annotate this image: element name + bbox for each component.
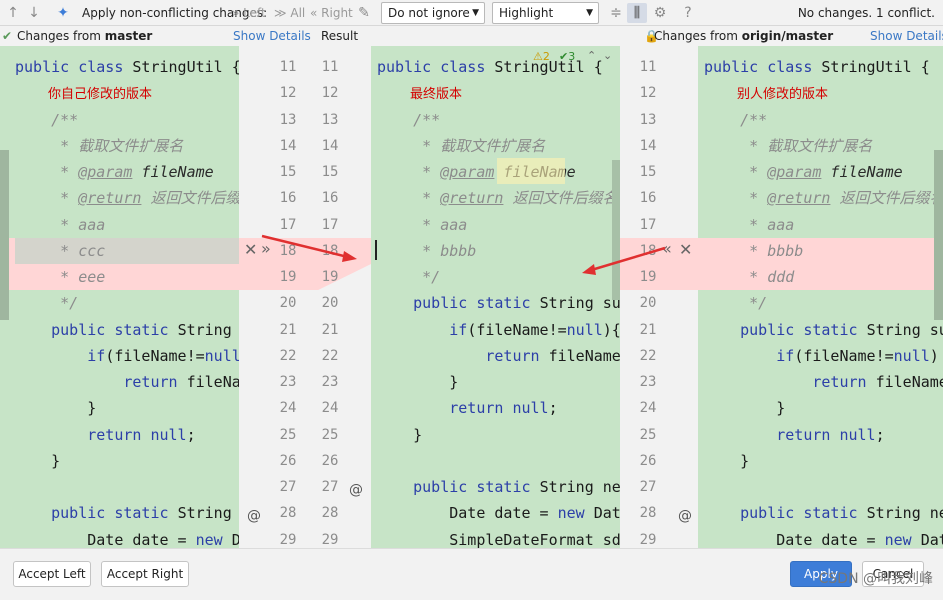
accept-left-button[interactable]: Accept Left [13,561,91,587]
annotation-arrows [261,234,666,275]
watermark: CSDN @叫我刘峰 [818,571,933,587]
arrowhead [582,264,596,275]
footer: Accept Left Accept Right Apply Cancel [0,548,943,600]
accept-right-button[interactable]: Accept Right [101,561,189,587]
arrowhead [342,251,357,262]
annotation-arrow [261,234,353,260]
annotation-arrow [587,246,666,273]
